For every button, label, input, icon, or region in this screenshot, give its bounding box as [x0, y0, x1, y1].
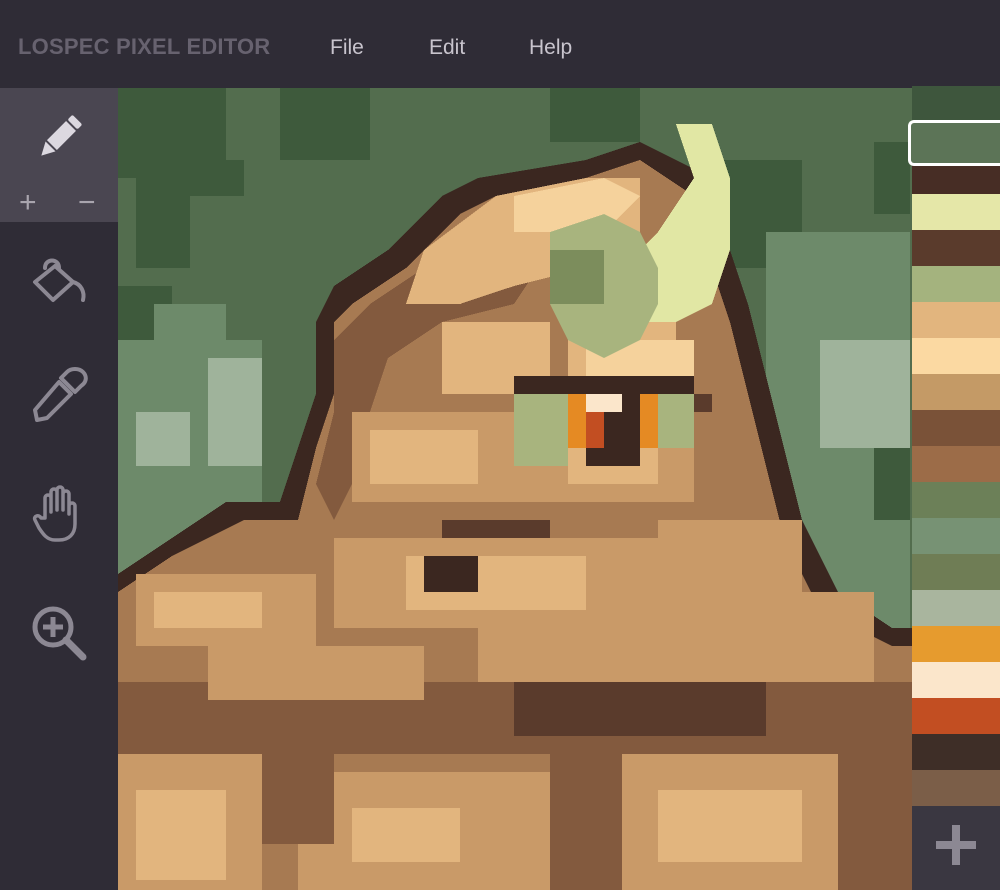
pencil-icon	[41, 115, 82, 156]
menu-edit[interactable]: Edit	[429, 36, 465, 60]
palette-swatch[interactable]	[912, 770, 1000, 806]
menu-help[interactable]: Help	[529, 36, 572, 60]
fill-tool-button[interactable]	[0, 227, 118, 337]
creature-belly-highlight	[658, 790, 802, 862]
palette-swatch[interactable]	[912, 698, 1000, 734]
plus-icon	[936, 825, 976, 865]
palette-swatch[interactable]	[912, 266, 1000, 302]
palette-swatch[interactable]	[912, 662, 1000, 698]
creature-mouth-shadow	[424, 556, 478, 592]
eye-iris	[640, 394, 658, 448]
creature-fold	[262, 700, 334, 844]
palette-swatch[interactable]	[912, 446, 1000, 482]
palette-swatch[interactable]	[912, 590, 1000, 626]
eye-iris	[586, 412, 604, 448]
palette-swatch[interactable]	[912, 338, 1000, 374]
menu-file[interactable]: File	[330, 36, 364, 60]
eye-lid	[514, 376, 694, 394]
creature-chest-shadow	[514, 682, 766, 736]
palette-swatch[interactable]	[912, 86, 1000, 122]
palette-swatch[interactable]	[912, 518, 1000, 554]
foliage	[190, 160, 244, 196]
pencil-tool-button[interactable]	[0, 88, 118, 188]
creature-belly-highlight	[136, 790, 226, 880]
add-color-button[interactable]	[912, 800, 1000, 890]
app-title: LOSPEC PIXEL EDITOR	[18, 34, 271, 59]
fill-bucket-icon	[33, 258, 86, 302]
drawing-canvas-area[interactable]	[118, 88, 912, 890]
foliage	[550, 88, 640, 142]
eyedropper-tool-button[interactable]	[0, 339, 118, 449]
foliage	[874, 448, 910, 520]
eyedropper-icon	[33, 367, 88, 422]
foliage	[136, 142, 190, 268]
foliage	[874, 142, 910, 214]
palette-swatch[interactable]	[908, 120, 1000, 166]
palette-swatch[interactable]	[912, 482, 1000, 518]
creature-shoulder-highlight	[154, 592, 262, 628]
creature-chest	[478, 628, 766, 682]
palette-swatch[interactable]	[912, 194, 1000, 230]
menu-bar: LOSPEC PIXEL EDITOR File Edit Help	[0, 0, 1000, 88]
palette-swatch[interactable]	[912, 374, 1000, 410]
eye-green	[514, 394, 568, 466]
eye-glint	[586, 394, 622, 412]
eye-iris	[568, 394, 586, 448]
horn-dark	[550, 250, 604, 304]
color-palette	[908, 86, 1000, 890]
creature-chest	[208, 646, 424, 700]
foliage	[280, 88, 370, 160]
foliage	[208, 358, 262, 466]
tools-panel: + −	[0, 88, 118, 890]
brush-size-decrease[interactable]: −	[78, 188, 96, 218]
creature-belly-highlight	[352, 808, 460, 862]
palette-swatch[interactable]	[912, 554, 1000, 590]
pencil-tool-selected[interactable]: + −	[0, 88, 118, 222]
hand-pan-icon	[32, 485, 77, 542]
hand-tool-button[interactable]	[0, 459, 118, 569]
brush-size-increase[interactable]: +	[19, 188, 37, 218]
creature-mouth	[442, 520, 550, 538]
creature-fold	[550, 736, 622, 890]
palette-swatch[interactable]	[912, 734, 1000, 770]
creature-cheek-highlight	[370, 430, 478, 484]
zoom-tool-button[interactable]	[0, 578, 118, 688]
palette-swatch[interactable]	[912, 302, 1000, 338]
zoom-in-icon	[32, 606, 87, 661]
pixel-art-canvas[interactable]	[118, 88, 912, 890]
creature-fold	[838, 736, 912, 890]
palette-swatch[interactable]	[912, 626, 1000, 662]
palette-swatch[interactable]	[912, 230, 1000, 266]
palette-swatch[interactable]	[912, 410, 1000, 446]
foliage	[820, 340, 910, 448]
foliage	[136, 412, 190, 466]
foliage	[154, 304, 226, 358]
